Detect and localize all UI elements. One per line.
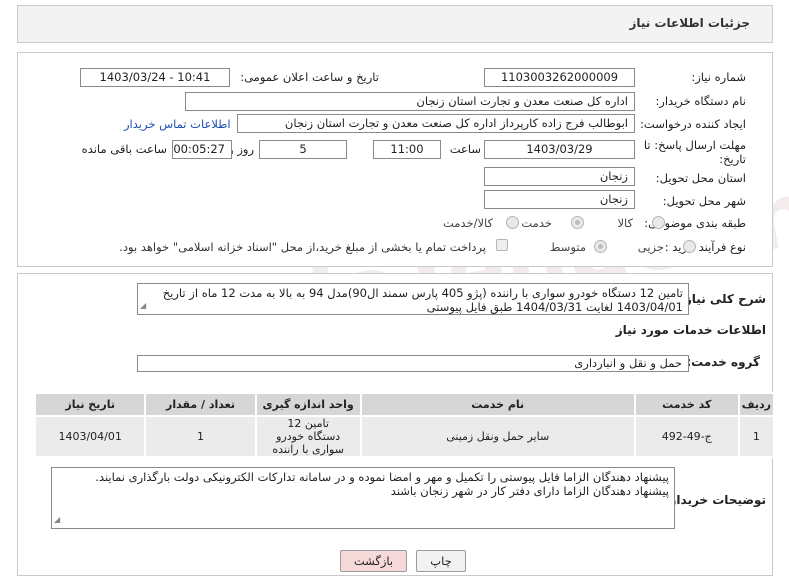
buyer-notes-label: توضیحات خریدار: [664,493,766,507]
city-field[interactable]: زنجان [484,190,635,209]
service-group-label: گروه خدمت: [686,355,760,369]
buyer-notes-line-2: پیشنهاد دهندگان الزاما دارای دفتر کار در… [390,484,669,498]
remaining-time-field[interactable]: 00:05:27 [172,140,232,159]
page-header: جزئیات اطلاعات نیاز [17,5,773,43]
buyer-org-field[interactable]: اداره کل صنعت معدن و تجارت استان زنجان [185,92,635,111]
table-row: 1 ج-49-492 سایر حمل ونقل زمینی تامین 12 … [33,415,776,458]
days-label: روز و [228,142,254,156]
treasury-payment-checkbox[interactable] [496,239,508,251]
buyer-notes-line-1: پیشنهاد دهندگان الزاما فایل پیوستی را تک… [95,470,669,484]
treasury-payment-note: پرداخت تمام یا بخشی از مبلغ خرید،از محل … [119,240,486,254]
announce-label: تاریخ و ساعت اعلان عمومی: [240,70,379,84]
services-table: ردیف کد خدمت نام خدمت واحد اندازه گیری ت… [33,392,776,458]
process-radio-minor[interactable] [683,240,696,253]
need-number-label: شماره نیاز: [691,70,746,84]
buyer-notes-textarea[interactable]: پیشنهاد دهندگان الزاما فایل پیوستی را تک… [51,467,675,529]
remaining-label: ساعت باقی مانده [81,142,167,156]
cell-name: سایر حمل ونقل زمینی [359,415,636,458]
deadline-time-label: ساعت [449,142,481,156]
service-group-field[interactable]: حمل و نقل و انبارداری [137,355,689,372]
province-field[interactable]: زنجان [484,167,635,186]
category-service-label: خدمت [521,216,552,230]
table-header-row: ردیف کد خدمت نام خدمت واحد اندازه گیری ت… [33,392,776,417]
col-unit: واحد اندازه گیری [254,392,362,417]
process-label: نوع فرآیند خرید : [664,240,746,254]
cell-unit: تامین 12 دستگاه خودرو سواری با راننده [254,415,362,458]
buyer-contact-link[interactable]: اطلاعات تماس خریدار [124,117,231,131]
resize-grip-icon[interactable]: ◢ [140,299,146,313]
announce-datetime-field[interactable]: 1403/03/24 - 10:41 [80,68,230,87]
category-goods-service-label: کالا/خدمت [442,216,493,230]
cell-code: ج-49-492 [633,415,740,458]
print-button[interactable]: چاپ [416,550,466,572]
cell-row: 1 [737,415,776,458]
city-label: شهر محل تحویل: [662,194,746,208]
cell-date: 1403/04/01 [33,415,147,458]
process-medium-label: متوسط [549,240,586,254]
deadline-label: مهلت ارسال پاسخ: تا [643,138,746,152]
province-label: استان محل تحویل: [655,171,746,185]
category-radio-goods[interactable] [652,216,665,229]
summary-label: شرح کلی نیاز: [680,292,766,306]
col-name: نام خدمت [359,392,636,417]
buyer-org-label: نام دستگاه خریدار: [655,94,746,108]
summary-text: تامین 12 دستگاه خودرو سواری با راننده (پ… [162,286,683,314]
deadline-time-field[interactable]: 11:00 [373,140,441,159]
category-goods-label: کالا [617,216,633,230]
process-minor-label: جزیی [637,240,664,254]
deadline-date-field[interactable]: 1403/03/29 [484,140,635,159]
category-radio-goods-service[interactable] [506,216,519,229]
col-code: کد خدمت [633,392,740,417]
page-title: جزئیات اطلاعات نیاز [629,16,750,30]
days-field[interactable]: 5 [259,140,347,159]
process-radio-medium[interactable] [594,240,607,253]
deadline-label-date: تاریخ: [719,152,746,166]
need-number-field[interactable]: 1103003262000009 [484,68,635,87]
summary-textarea[interactable]: تامین 12 دستگاه خودرو سواری با راننده (پ… [137,283,689,315]
creator-label: ایجاد کننده درخواست: [640,117,746,131]
category-radio-service[interactable] [571,216,584,229]
services-section-title: اطلاعات خدمات مورد نیاز [615,323,766,337]
back-button[interactable]: بازگشت [340,550,407,572]
creator-field[interactable]: ابوطالب فرج زاده کارپرداز اداره کل صنعت … [237,114,635,133]
cell-qty: 1 [144,415,257,458]
col-row: ردیف [737,392,776,417]
col-date: تاریخ نیاز [33,392,147,417]
resize-grip-icon[interactable]: ◢ [54,513,60,527]
col-qty: تعداد / مقدار [144,392,257,417]
